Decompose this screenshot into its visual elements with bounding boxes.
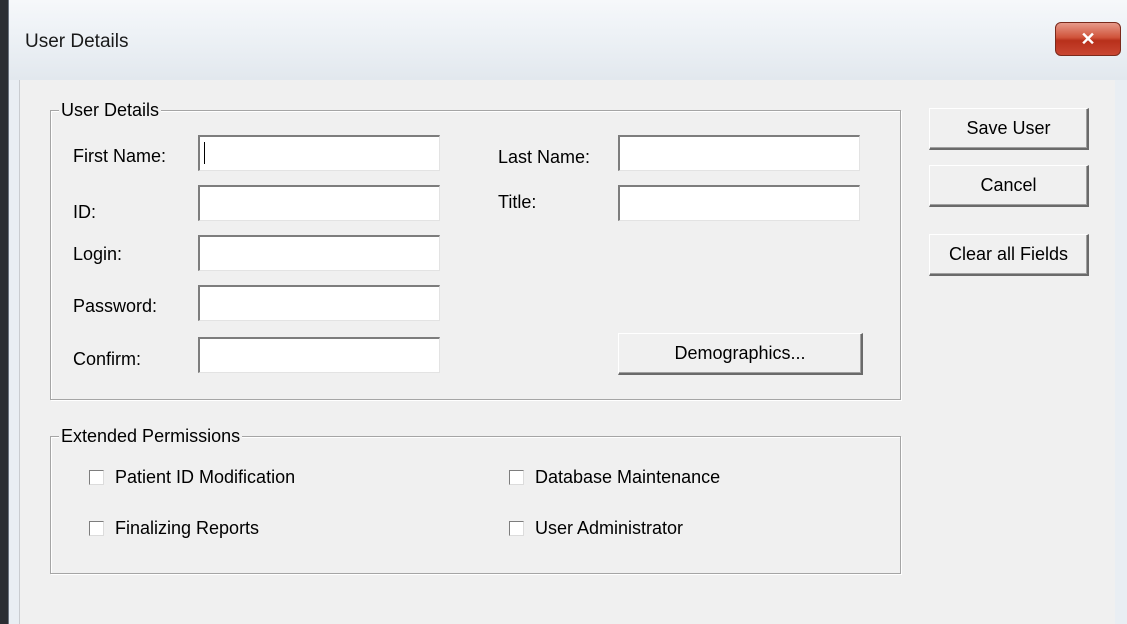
extended-permissions-group-label: Extended Permissions — [59, 426, 243, 446]
confirm-field[interactable] — [198, 337, 440, 373]
close-icon: ✕ — [1080, 28, 1096, 49]
finalizing-reports-checkbox[interactable]: Finalizing Reports — [89, 518, 259, 539]
checkbox-label: Finalizing Reports — [115, 518, 260, 538]
cancel-button[interactable]: Cancel — [929, 165, 1089, 207]
checkbox-label: Patient ID Modification — [115, 467, 296, 487]
save-user-label: Save User — [966, 118, 1051, 138]
title-field[interactable] — [618, 185, 860, 221]
checkbox-box[interactable] — [89, 470, 104, 485]
confirm-label: Confirm: — [73, 349, 142, 369]
user-details-group: User Details First Name: ID: Login: Pass… — [50, 100, 901, 400]
patient-id-modification-checkbox[interactable]: Patient ID Modification — [89, 467, 295, 488]
demographics-button[interactable]: Demographics... — [618, 333, 863, 375]
save-user-button[interactable]: Save User — [929, 108, 1089, 150]
database-maintenance-checkbox[interactable]: Database Maintenance — [509, 467, 720, 488]
user-administrator-checkbox[interactable]: User Administrator — [509, 518, 683, 539]
first-name-label: First Name: — [73, 146, 167, 166]
checkbox-label: User Administrator — [535, 518, 684, 538]
last-name-field[interactable] — [618, 135, 860, 171]
text-caret — [204, 142, 205, 164]
id-field[interactable] — [198, 185, 440, 221]
clear-all-fields-label: Clear all Fields — [948, 244, 1069, 264]
first-name-field[interactable] — [198, 135, 440, 171]
checkbox-box[interactable] — [509, 470, 524, 485]
dialog-client-area: User Details First Name: ID: Login: Pass… — [19, 80, 1115, 624]
title-bar[interactable]: User Details ✕ — [9, 0, 1127, 80]
checkbox-box[interactable] — [509, 521, 524, 536]
password-field[interactable] — [198, 285, 440, 321]
extended-permissions-group: Extended Permissions Patient ID Modifica… — [50, 426, 901, 574]
login-label: Login: — [73, 244, 123, 264]
id-label: ID: — [73, 202, 97, 222]
login-field[interactable] — [198, 235, 440, 271]
user-details-dialog: User Details ✕ User Details First Name: … — [8, 0, 1127, 624]
last-name-label: Last Name: — [498, 147, 591, 167]
password-label: Password: — [73, 296, 158, 316]
checkbox-label: Database Maintenance — [535, 467, 721, 487]
user-details-group-label: User Details — [59, 100, 162, 120]
cancel-label: Cancel — [980, 175, 1037, 195]
close-button[interactable]: ✕ — [1055, 22, 1121, 56]
checkbox-box[interactable] — [89, 521, 104, 536]
title-label: Title: — [498, 192, 537, 212]
demographics-button-label: Demographics... — [674, 343, 806, 363]
clear-all-fields-button[interactable]: Clear all Fields — [929, 234, 1089, 276]
window-title: User Details — [25, 31, 129, 52]
